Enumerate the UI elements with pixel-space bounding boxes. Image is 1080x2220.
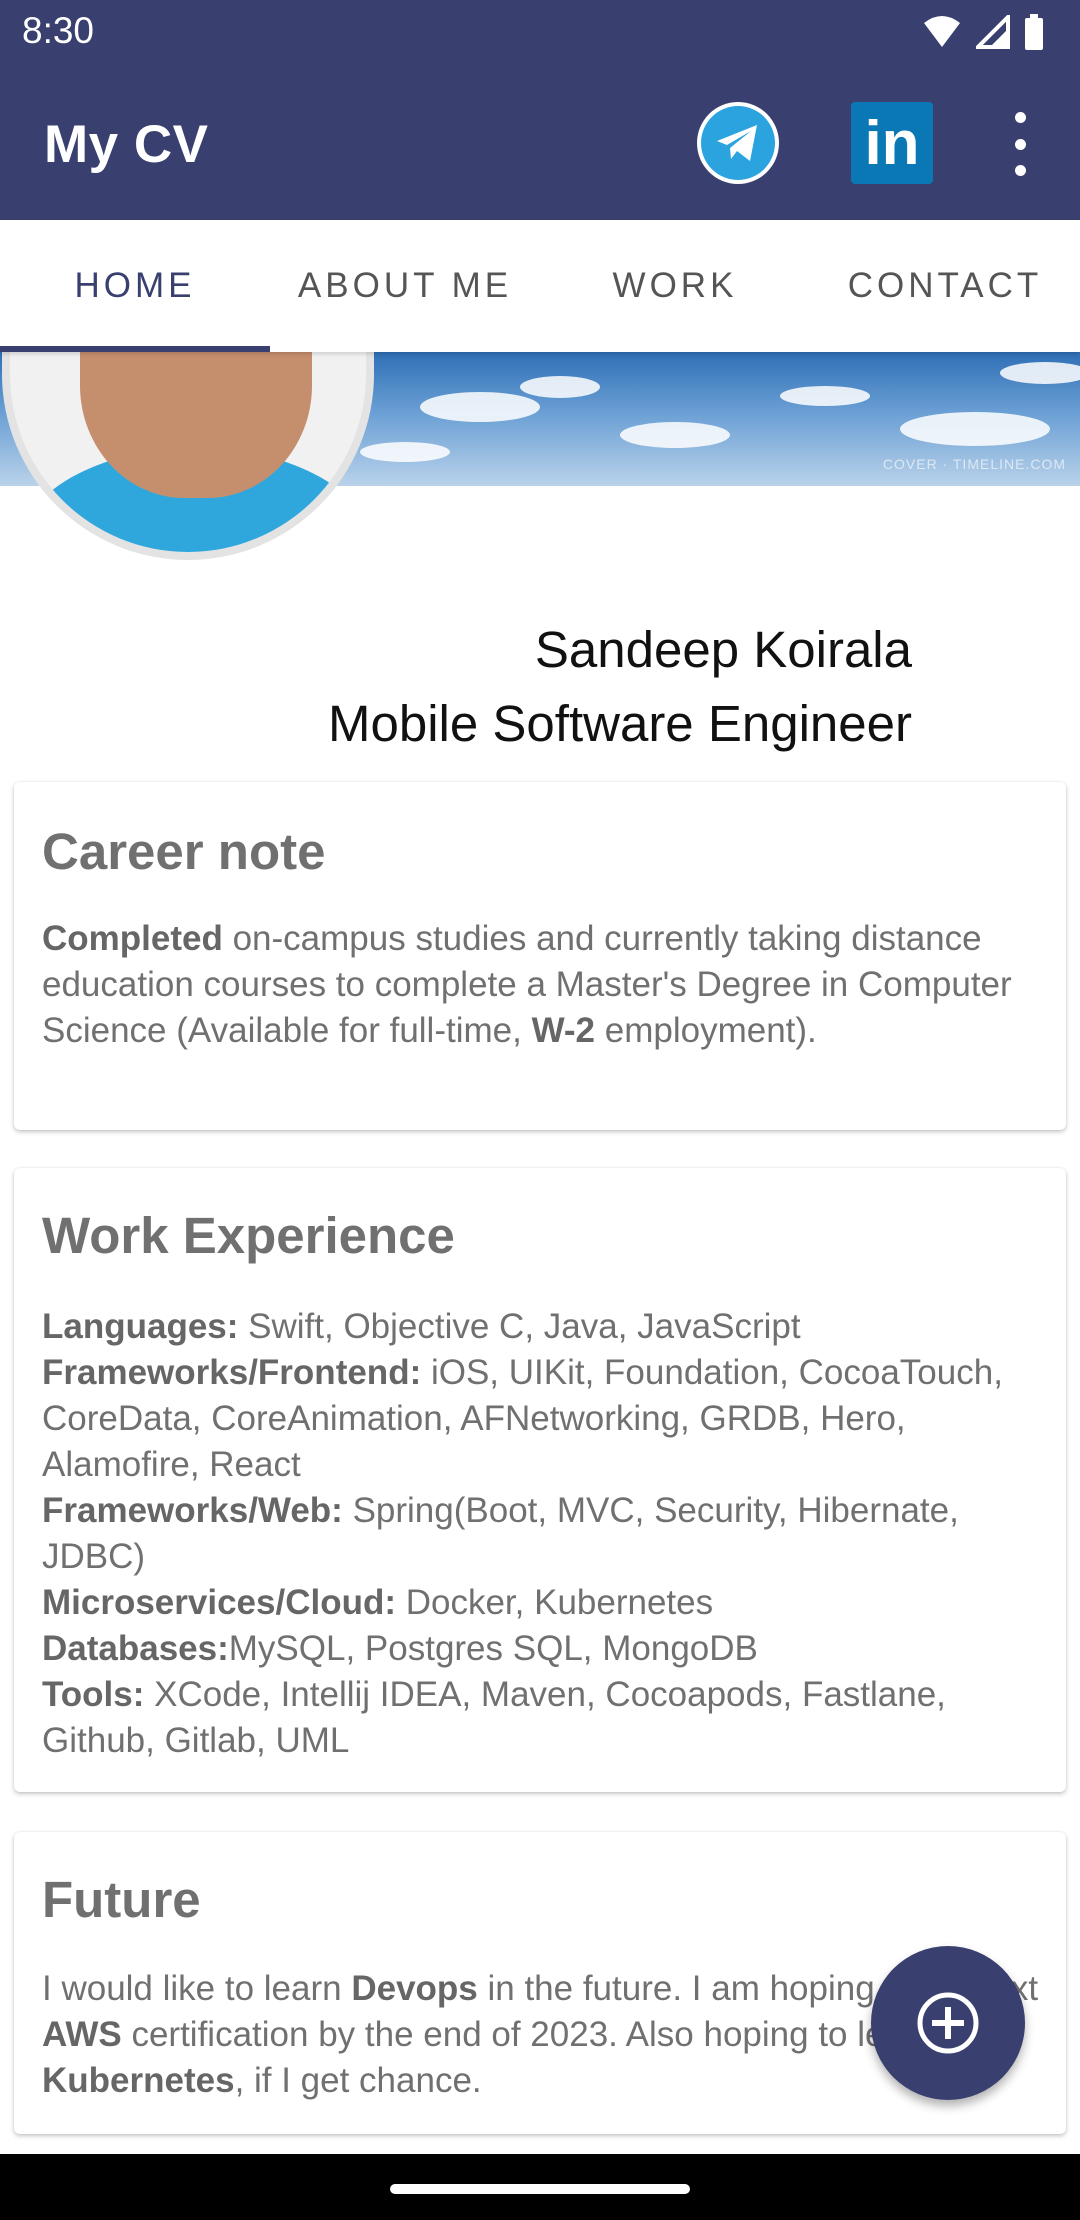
career-note-text: Completed on-campus studies and currentl…	[42, 916, 1040, 1054]
work-row: Frameworks/Web: Spring(Boot, MVC, Securi…	[42, 1488, 1040, 1580]
tab-home[interactable]: HOME	[0, 220, 270, 352]
work-row-label: Frameworks/Web:	[42, 1491, 343, 1530]
work-row-label: Frameworks/Frontend:	[42, 1353, 422, 1392]
work-row: Databases:MySQL, Postgres SQL, MongoDB	[42, 1626, 1040, 1672]
tab-work[interactable]: WORK	[540, 220, 810, 352]
work-row-value: XCode, Intellij IDEA, Maven, Cocoapods, …	[42, 1675, 946, 1760]
work-row-label: Tools:	[42, 1675, 145, 1714]
work-experience-list: Languages: Swift, Objective C, Java, Jav…	[42, 1304, 1040, 1764]
tab-about-me[interactable]: ABOUT ME	[270, 220, 540, 352]
tab-contact[interactable]: CONTACT	[810, 220, 1080, 352]
battery-icon	[1025, 14, 1043, 50]
work-row: Tools: XCode, Intellij IDEA, Maven, Coco…	[42, 1672, 1040, 1764]
work-row: Frameworks/Frontend: iOS, UIKit, Foundat…	[42, 1350, 1040, 1488]
cover-watermark: COVER · TIMELINE.COM	[882, 456, 1066, 472]
work-row: Microservices/Cloud: Docker, Kubernetes	[42, 1580, 1040, 1626]
work-row: Languages: Swift, Objective C, Java, Jav…	[42, 1304, 1040, 1350]
future-text-4: , if I get chance.	[234, 2061, 482, 2100]
work-row-value: Swift, Objective C, Java, JavaScript	[238, 1307, 801, 1346]
app-bar: My CV in	[0, 64, 1080, 220]
career-strong-completed: Completed	[42, 919, 223, 958]
wifi-icon	[924, 16, 960, 47]
status-time: 8:30	[22, 10, 95, 51]
linkedin-label: in	[864, 108, 920, 178]
future-text-3: certification by the end of 2023. Also h…	[121, 2015, 936, 2054]
future-title: Future	[42, 1871, 201, 1928]
work-row-value: MySQL, Postgres SQL, MongoDB	[228, 1629, 758, 1668]
future-strong-kubernetes: Kubernetes	[42, 2061, 235, 2100]
tab-bar: HOME ABOUT ME WORK CONTACT	[0, 220, 1080, 352]
career-text-2: employment).	[595, 1011, 817, 1050]
status-icons	[922, 14, 1044, 50]
add-fab-button[interactable]	[871, 1946, 1025, 2100]
add-circle-icon	[917, 1992, 979, 2054]
tab-about-me-label: ABOUT ME	[297, 266, 513, 305]
linkedin-icon[interactable]: in	[851, 102, 933, 184]
more-vert-icon[interactable]	[1000, 112, 1040, 176]
career-note-card: Career note Completed on-campus studies …	[14, 782, 1066, 1130]
future-strong-aws: AWS	[42, 2015, 122, 2054]
future-text-1: I would like to learn	[42, 1969, 352, 2008]
work-row-label: Languages:	[42, 1307, 239, 1346]
home-gesture-handle[interactable]	[390, 2184, 690, 2194]
tab-home-label: HOME	[74, 266, 196, 305]
career-strong-w2: W-2	[531, 1011, 596, 1050]
career-note-title: Career note	[42, 823, 326, 880]
work-experience-title: Work Experience	[42, 1207, 455, 1264]
tab-contact-label: CONTACT	[847, 266, 1043, 305]
profile-name: Sandeep Koirala	[534, 621, 912, 678]
work-experience-card: Work Experience Languages: Swift, Object…	[14, 1168, 1066, 1792]
future-strong-devops: Devops	[351, 1969, 478, 2008]
signal-icon	[976, 15, 1010, 49]
app-title: My CV	[44, 115, 209, 174]
tab-work-label: WORK	[612, 266, 738, 305]
work-row-label: Microservices/Cloud:	[42, 1583, 396, 1622]
system-nav-bar	[0, 2154, 1080, 2220]
status-bar: 8:30	[0, 0, 1080, 64]
profile-role: Mobile Software Engineer	[328, 695, 912, 752]
work-row-value: Docker, Kubernetes	[396, 1583, 714, 1622]
telegram-icon[interactable]	[697, 102, 779, 184]
work-row-label: Databases:	[42, 1629, 229, 1668]
